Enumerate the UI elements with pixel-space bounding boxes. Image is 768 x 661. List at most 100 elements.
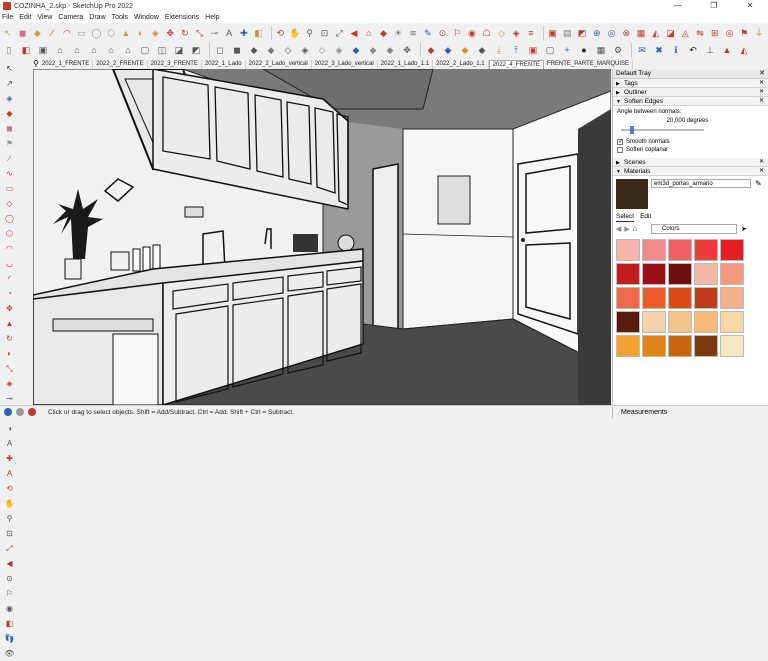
zoom-tool-icon[interactable]: ⚲ — [3, 513, 16, 525]
color-swatch[interactable] — [616, 263, 640, 285]
style-e-icon[interactable]: ◆ — [366, 43, 380, 57]
back-view-icon[interactable]: ⌂ — [104, 43, 118, 57]
tags-panel-header[interactable]: ▶ Tags ✕ — [613, 79, 768, 88]
section-tool-icon[interactable]: ◧ — [3, 618, 16, 630]
menu-camera[interactable]: Camera — [58, 14, 83, 21]
checkbox-box[interactable] — [617, 147, 623, 153]
text-tool-icon[interactable]: A — [3, 438, 16, 450]
camera-icon[interactable]: ⊙ — [437, 26, 449, 40]
polygon-tool-icon[interactable]: ⬡ — [3, 228, 16, 240]
hidden-line-icon[interactable]: ◼ — [230, 43, 244, 57]
export-icon[interactable]: ⤒ — [509, 43, 523, 57]
outliner-icon[interactable]: ≡ — [525, 26, 537, 40]
add-location-icon[interactable]: ◎ — [606, 26, 618, 40]
styles-icon[interactable]: ◩ — [576, 26, 588, 40]
menu-draw[interactable]: Draw — [89, 14, 105, 21]
footprint-icon[interactable]: 👣 — [3, 633, 16, 645]
style-c-icon[interactable]: ◈ — [332, 43, 346, 57]
color-swatch[interactable] — [616, 335, 640, 357]
arc2-icon[interactable]: ◡ — [3, 258, 16, 270]
open-icon[interactable]: ◧ — [19, 43, 33, 57]
front-view-icon[interactable]: ⌂ — [70, 43, 84, 57]
materials-panel-header[interactable]: ▼ Materials ✕ — [613, 167, 768, 176]
right-view-icon[interactable]: ⌂ — [87, 43, 101, 57]
circle-tool-icon[interactable]: ◯ — [3, 213, 16, 225]
menu-window[interactable]: Window — [134, 14, 159, 21]
extension-icon[interactable]: ◆ — [378, 26, 390, 40]
move-icon[interactable]: ✥ — [164, 26, 176, 40]
scene-tab[interactable]: FRENTE_PARTE_MARQUISE — [544, 60, 634, 69]
warning-icon[interactable]: ▲ — [720, 43, 734, 57]
checker-icon[interactable]: ▦ — [594, 43, 608, 57]
stamp-icon[interactable]: ◪ — [665, 26, 677, 40]
color-swatch[interactable] — [668, 239, 692, 261]
target-icon[interactable]: ◎ — [724, 26, 736, 40]
menu-tools[interactable]: Tools — [112, 14, 128, 21]
scale-tool-icon[interactable]: ⤡ — [3, 363, 16, 375]
tape-tool-icon[interactable]: ⊸ — [3, 393, 16, 405]
back-edges-icon[interactable]: ◩ — [189, 43, 203, 57]
look-tool-icon[interactable]: ◉ — [3, 603, 16, 615]
shaded-icon[interactable]: ◆ — [247, 43, 261, 57]
top-view-icon[interactable]: ▢ — [138, 43, 152, 57]
color-swatch[interactable] — [616, 239, 640, 261]
color-swatch[interactable] — [616, 287, 640, 309]
zoom-win-tool-icon[interactable]: ⊡ — [3, 528, 16, 540]
polygon-icon[interactable]: ⬡ — [105, 26, 117, 40]
component-icon[interactable]: ◇ — [496, 26, 508, 40]
sandbox-icon[interactable]: ▦ — [635, 26, 647, 40]
rot-rect-icon[interactable]: ◇ — [3, 198, 16, 210]
maximize-button[interactable]: ❐ — [696, 0, 732, 12]
color-swatch[interactable] — [642, 311, 666, 333]
move-tool-icon[interactable]: ✥ — [3, 303, 16, 315]
flip-icon[interactable]: ⇋ — [694, 26, 706, 40]
color-swatch[interactable] — [720, 263, 744, 285]
offset-tool-icon[interactable]: ◈ — [3, 378, 16, 390]
color-swatch[interactable] — [642, 287, 666, 309]
pushpull-tool-icon[interactable]: ▲ — [3, 318, 16, 330]
scene-tab[interactable]: 2022_2_FRENTE — [93, 60, 148, 69]
color-swatch[interactable] — [694, 239, 718, 261]
save-icon[interactable]: ▣ — [36, 43, 50, 57]
arc3-icon[interactable]: ◜ — [3, 273, 16, 285]
edit-icon[interactable]: ✎ — [422, 26, 434, 40]
rectangle-icon[interactable]: ▭ — [3, 183, 16, 195]
tab-edit[interactable]: Edit — [640, 212, 651, 222]
cube-icon[interactable]: ▣ — [526, 43, 540, 57]
panel-close-icon[interactable]: ✕ — [759, 88, 764, 97]
xray-icon[interactable]: ◪ — [172, 43, 186, 57]
style-d-icon[interactable]: ◆ — [349, 43, 363, 57]
details-arrow-icon[interactable]: ➤ — [741, 225, 747, 233]
eraser-icon[interactable]: ◼ — [17, 26, 29, 40]
pin-icon[interactable]: ⚑ — [738, 26, 750, 40]
position-camera-icon[interactable]: ☖ — [481, 26, 493, 40]
menu-help[interactable]: Help — [205, 14, 219, 21]
color-cube4-icon[interactable]: ◆ — [475, 43, 489, 57]
orbit-icon[interactable]: ⟲ — [274, 26, 286, 40]
follow-tool-icon[interactable]: ◐ — [3, 348, 16, 360]
mail-icon[interactable]: ✉ — [635, 43, 649, 57]
iso-view-icon[interactable]: ◫ — [155, 43, 169, 57]
trimble-icon[interactable]: ⊗ — [620, 26, 632, 40]
axes-icon[interactable]: ✚ — [238, 26, 250, 40]
model-viewport[interactable] — [33, 69, 611, 405]
scene-tab[interactable]: 2022_1_FRENTE — [39, 60, 94, 69]
zoom-extents-icon[interactable]: ⤢ — [333, 26, 345, 40]
look-around-icon[interactable]: ◉ — [466, 26, 478, 40]
make-component-icon[interactable]: ◈ — [3, 93, 16, 105]
rotate-tool-icon[interactable]: ↻ — [3, 333, 16, 345]
wireframe-icon[interactable]: ◻ — [213, 43, 227, 57]
walk-tool-icon[interactable]: ⚐ — [3, 588, 16, 600]
color-swatch[interactable] — [720, 239, 744, 261]
fog-icon[interactable]: ≋ — [407, 26, 419, 40]
panel-close-icon[interactable]: ✕ — [759, 158, 764, 167]
move-tool-icon[interactable]: ✥ — [400, 43, 414, 57]
arc-icon[interactable]: ◠ — [61, 26, 73, 40]
tray-close-icon[interactable]: ✕ — [759, 69, 765, 79]
scene-tab[interactable]: 2022_3_FRENTE — [148, 60, 202, 69]
color-swatch[interactable] — [668, 311, 692, 333]
axes-tool-icon[interactable]: ✚ — [3, 453, 16, 465]
paint-bucket-icon[interactable]: ◆ — [3, 108, 16, 120]
smooth-normals-checkbox[interactable]: ✓ Smooth normals — [617, 139, 764, 145]
new-icon[interactable]: ▯ — [2, 43, 16, 57]
